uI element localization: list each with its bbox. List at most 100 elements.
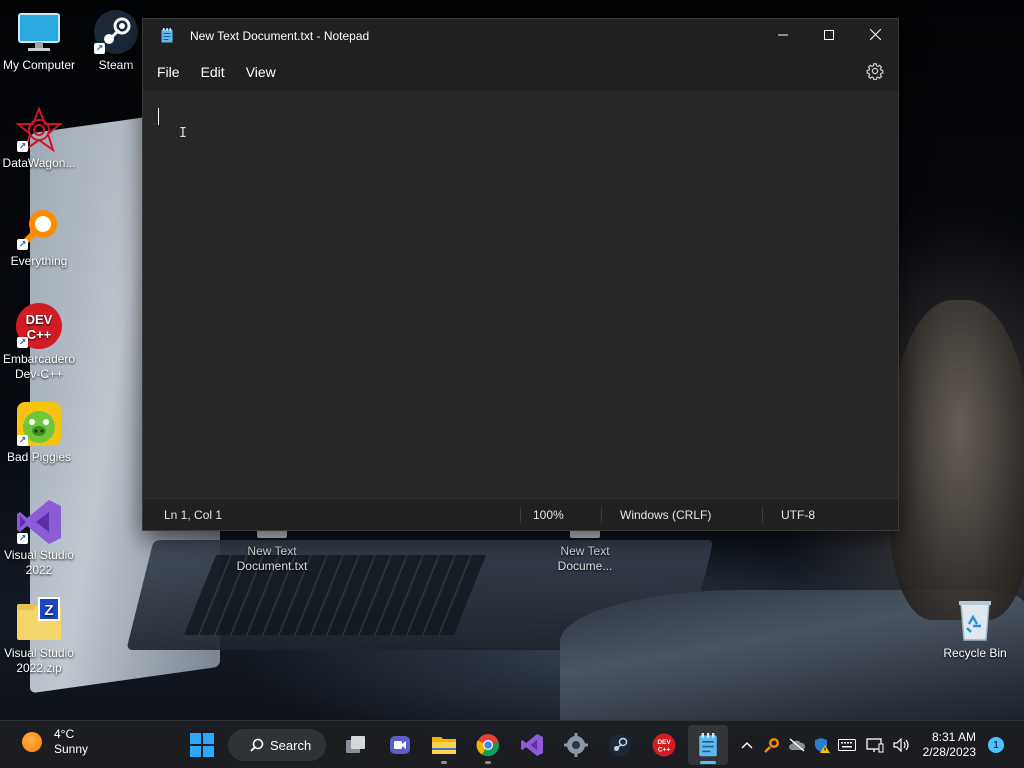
maximize-icon — [824, 29, 834, 40]
desktop-icon-label: Bad Piggies — [6, 450, 72, 464]
chrome-icon — [476, 734, 500, 757]
running-indicator — [700, 761, 716, 764]
shortcut-arrow-icon: ↗ — [17, 239, 28, 250]
taskbar-task-view[interactable] — [336, 725, 376, 765]
taskbar: 4°C Sunny Search DEV C++ 8:31 AM 2/28/20… — [0, 720, 1024, 768]
desktop-icon-devcpp[interactable]: DEV C++ ↗ Embarcadero Dev-C++ — [0, 302, 78, 382]
tray-volume[interactable] — [890, 725, 915, 765]
svg-text:C++: C++ — [27, 327, 52, 342]
running-indicator — [441, 761, 447, 764]
desktop-icon-label: Visual Studio 2022 — [4, 548, 74, 577]
window-title: New Text Document.txt - Notepad — [190, 28, 370, 43]
shortcut-arrow-icon: ↗ — [17, 533, 28, 544]
tray-onedrive[interactable] — [785, 725, 810, 765]
svg-text:DEV: DEV — [26, 312, 53, 327]
folder-icon — [432, 737, 456, 754]
minimize-button[interactable] — [760, 19, 806, 50]
datawagon-icon: ↗ — [15, 106, 63, 154]
gear-icon[interactable] — [866, 62, 884, 80]
desktop-icon-datawagon[interactable]: ↗ DataWagon... — [0, 106, 78, 171]
tray-security[interactable] — [810, 725, 835, 765]
visual-studio-icon: ↗ — [15, 498, 63, 546]
devcpp-icon: DEV C++ ↗ — [15, 302, 63, 350]
text-file-icon — [570, 530, 600, 538]
steam-icon — [609, 734, 631, 756]
minimize-icon — [778, 34, 788, 35]
speaker-icon — [893, 738, 909, 752]
taskbar-apps: Search DEV C++ — [180, 725, 730, 765]
camera-icon — [390, 736, 410, 754]
taskbar-chrome[interactable] — [468, 725, 508, 765]
taskbar-notepad[interactable] — [688, 725, 728, 765]
desktop-icon-label: Visual Studio 2022.zip — [4, 646, 74, 675]
menu-edit[interactable]: Edit — [192, 58, 234, 86]
desktop-icon-visual-studio[interactable]: ↗ Visual Studio 2022 — [0, 498, 78, 578]
desktop-icon-label: Embarcadero Dev-C++ — [2, 352, 76, 381]
desktop-icon-recycle-bin[interactable]: Recycle Bin — [936, 596, 1014, 661]
desktop-icon-label: Recycle Bin — [943, 646, 1007, 660]
tray-network[interactable] — [860, 725, 890, 765]
shortcut-arrow-icon: ↗ — [94, 43, 105, 54]
windows-logo-icon — [190, 733, 214, 757]
desktop-icon-label: Everything — [10, 254, 68, 268]
desktop-icon-my-computer[interactable]: My Computer — [0, 8, 78, 73]
desktop-icon-bad-piggies[interactable]: ↗ Bad Piggies — [0, 400, 78, 465]
maximize-button[interactable] — [806, 19, 852, 50]
window-controls — [760, 19, 898, 50]
svg-text:DEV: DEV — [657, 739, 671, 746]
text-editor[interactable] — [143, 91, 898, 498]
status-line-ending: Windows (CRLF) — [620, 507, 712, 522]
shortcut-arrow-icon: ↗ — [17, 141, 28, 152]
task-view-icon — [346, 736, 365, 753]
desktop-icon-label: My Computer — [2, 58, 76, 72]
recycle-bin-icon — [951, 596, 999, 644]
status-position: Ln 1, Col 1 — [164, 507, 223, 522]
text-caret — [158, 108, 159, 125]
desktop-file-new-text-document-2[interactable]: New Text Docume... — [537, 530, 633, 574]
taskbar-search-button[interactable]: Search — [228, 729, 326, 761]
tray-keyboard[interactable] — [835, 725, 860, 765]
system-tray: 8:31 AM 2/28/2023 1 — [735, 721, 1024, 768]
desktop-icon-everything[interactable]: ↗ Everything — [0, 204, 78, 269]
taskbar-meet[interactable] — [380, 725, 420, 765]
sun-icon — [22, 732, 42, 752]
menu-bar: File Edit View — [143, 52, 898, 91]
weather-widget[interactable]: 4°C Sunny — [14, 727, 88, 757]
taskbar-visual-studio[interactable] — [512, 725, 552, 765]
search-icon — [250, 738, 264, 752]
menu-view[interactable]: View — [237, 58, 285, 86]
desktop-icon-label: Steam — [98, 58, 134, 72]
ibeam-cursor-icon: I — [179, 126, 187, 141]
title-bar[interactable]: New Text Document.txt - Notepad — [143, 19, 898, 52]
taskbar-settings[interactable] — [556, 725, 596, 765]
taskbar-devcpp[interactable]: DEV C++ — [644, 725, 684, 765]
menu-file[interactable]: File — [148, 58, 189, 86]
taskbar-clock[interactable]: 8:31 AM 2/28/2023 — [923, 730, 976, 760]
weather-temperature: 4°C — [54, 727, 75, 741]
shield-warning-icon — [815, 738, 831, 753]
status-zoom: 100% — [533, 507, 564, 522]
close-button[interactable] — [852, 19, 898, 50]
show-hidden-icons-button[interactable] — [735, 725, 760, 765]
shortcut-arrow-icon: ↗ — [17, 435, 28, 446]
cloud-off-icon — [789, 738, 806, 752]
notification-badge[interactable]: 1 — [988, 737, 1004, 753]
wallpaper-cat — [890, 300, 1024, 620]
notepad-icon — [699, 733, 717, 757]
tray-everything[interactable] — [760, 725, 785, 765]
notepad-window[interactable]: New Text Document.txt - Notepad File Edi… — [142, 18, 899, 531]
devcpp-icon: DEVC++ — [652, 733, 676, 757]
desktop-file-new-text-document[interactable]: New Text Document.txt — [224, 530, 320, 574]
everything-search-icon: ↗ — [15, 204, 63, 252]
start-button[interactable] — [182, 725, 222, 765]
zip-archive-icon: Z — [15, 596, 63, 644]
notepad-icon — [161, 28, 173, 43]
monitor-icon — [15, 8, 63, 56]
gear-icon — [564, 733, 588, 757]
clock-date: 2/28/2023 — [922, 745, 976, 759]
desktop-icon-visual-studio-zip[interactable]: Z Visual Studio 2022.zip — [0, 596, 78, 676]
taskbar-file-explorer[interactable] — [424, 725, 464, 765]
text-editor-area[interactable]: I — [143, 91, 898, 498]
taskbar-steam[interactable] — [600, 725, 640, 765]
desktop-file-label: New Text Docume... — [557, 544, 613, 573]
